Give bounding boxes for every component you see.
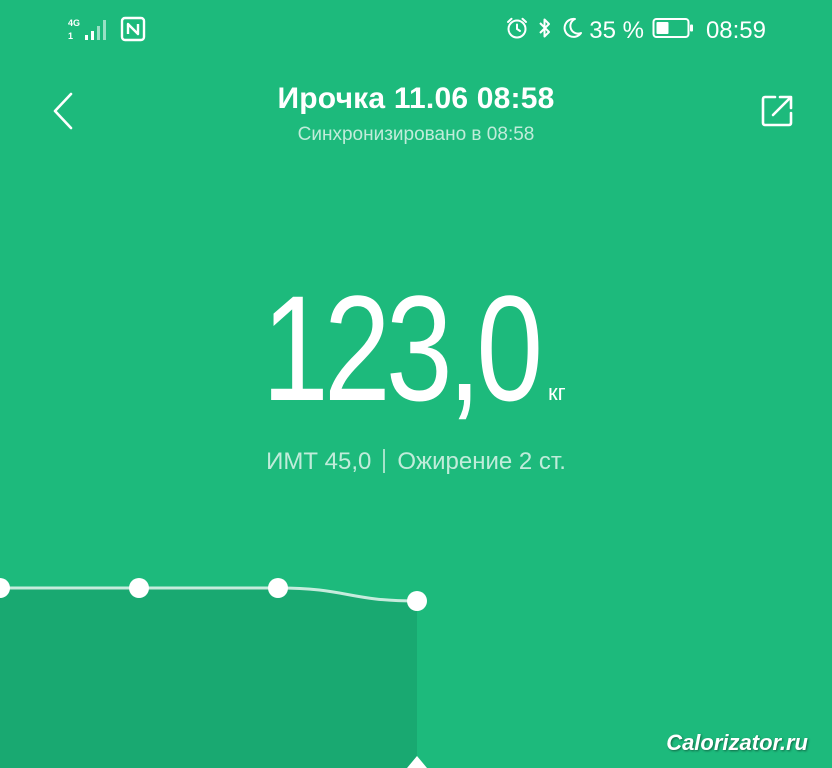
- obesity-status: Ожирение 2 ст.: [397, 448, 566, 475]
- nfc-icon: [120, 16, 146, 46]
- status-bar: 4G 1 35 % 08:59: [0, 0, 832, 64]
- separator: [383, 449, 386, 473]
- page-title: Ирочка 11.06 08:58: [277, 82, 555, 115]
- network-type-label: 4G: [68, 18, 81, 28]
- do-not-disturb-moon-icon: [561, 16, 583, 47]
- battery-icon: [652, 17, 694, 46]
- alarm-icon: [505, 16, 529, 47]
- weight-display: 123,0 кг: [0, 268, 832, 428]
- battery-percent: 35 %: [589, 17, 644, 44]
- header: Ирочка 11.06 08:58 Синхронизировано в 08…: [0, 64, 832, 164]
- share-button[interactable]: [750, 86, 804, 140]
- chart-area: [0, 588, 417, 768]
- share-external-icon: [759, 93, 795, 133]
- watermark: Calorizator.ru: [666, 730, 808, 755]
- weight-unit: кг: [548, 380, 566, 405]
- bluetooth-icon: [537, 16, 553, 47]
- sim-slot-label: 1: [68, 31, 74, 41]
- weight-value: 123,0: [262, 264, 543, 432]
- status-time: 08:59: [705, 17, 766, 44]
- chart-point-2: [268, 578, 288, 598]
- chart-point-1: [129, 578, 149, 598]
- status-bar-right: 35 % 08:59: [497, 14, 766, 48]
- status-bar-left: 4G 1: [66, 16, 146, 46]
- chart-area-fill: [0, 588, 417, 768]
- bmi-value: ИМТ 45,0: [266, 448, 372, 475]
- app-screen: 4G 1 35 % 08:59 Ирочка 11.06 08:58 Синхр…: [0, 0, 832, 768]
- network-type: 4G 1: [66, 17, 82, 45]
- signal-icon: [84, 17, 110, 45]
- bmi-summary: ИМТ 45,0 Ожирение 2 ст.: [0, 448, 832, 476]
- sync-status: Синхронизировано в 08:58: [297, 124, 535, 145]
- chart-point-3: [407, 591, 427, 611]
